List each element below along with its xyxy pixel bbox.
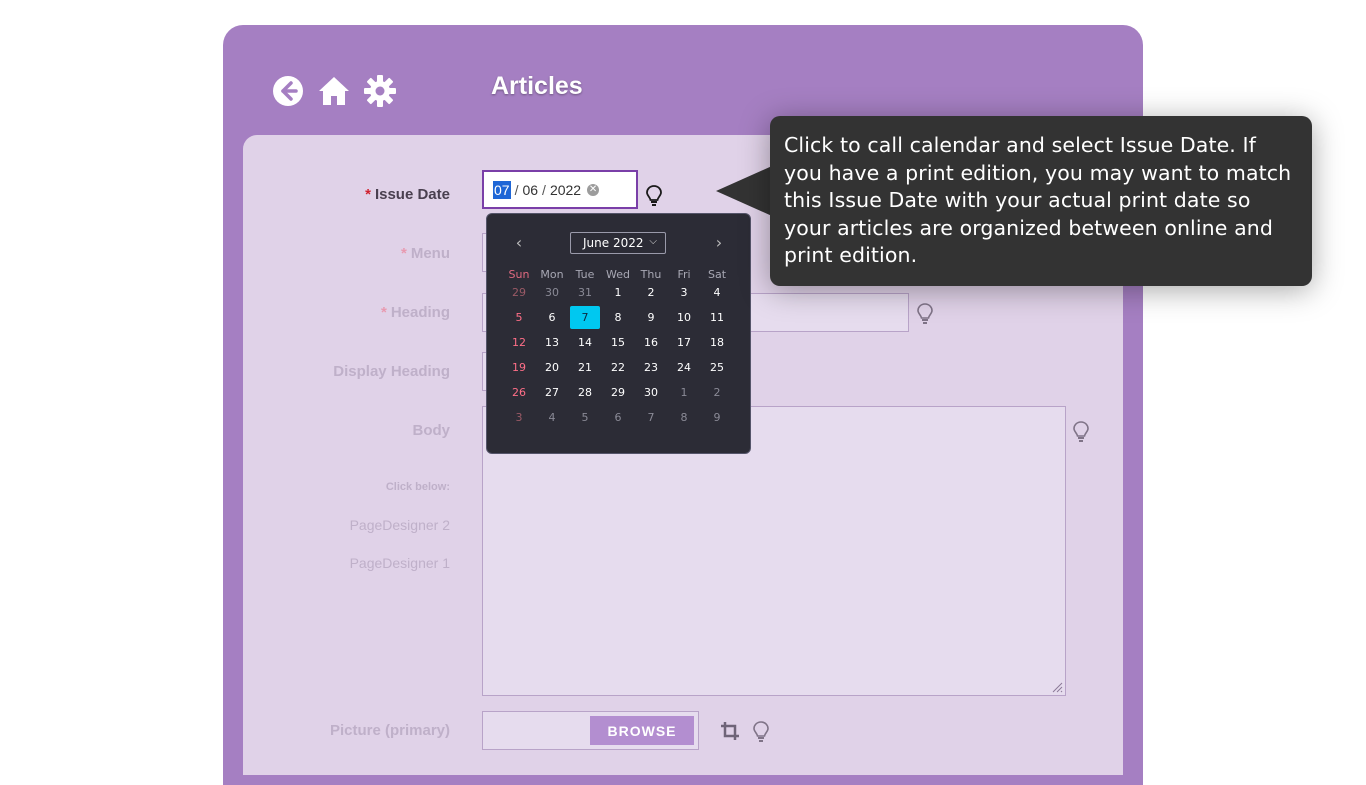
click-below-label: Click below: — [385, 481, 450, 493]
weekday-header: Fri — [677, 268, 691, 281]
month-year-select[interactable]: June 2022 ⌵ — [570, 232, 666, 254]
display-heading-label: Display Heading — [333, 363, 450, 380]
help-bulb-icon[interactable] — [753, 721, 769, 743]
calendar-day[interactable]: 5 — [570, 406, 600, 429]
calendar-day[interactable]: 24 — [669, 356, 699, 379]
picture-upload-field[interactable]: BROWSE — [482, 711, 699, 750]
calendar-day[interactable]: 26 — [504, 381, 534, 404]
calendar-day[interactable]: 5 — [504, 306, 534, 329]
calendar-day[interactable]: 30 — [537, 281, 567, 304]
picture-label: Picture (primary) — [329, 722, 450, 739]
calendar-day[interactable]: 1 — [669, 381, 699, 404]
calendar-day[interactable]: 4 — [702, 281, 732, 304]
resize-grip-icon[interactable] — [1051, 681, 1063, 693]
calendar-day[interactable]: 29 — [603, 381, 633, 404]
browse-button[interactable]: BROWSE — [590, 716, 694, 745]
calendar-day[interactable]: 18 — [702, 331, 732, 354]
calendar-day[interactable]: 23 — [636, 356, 666, 379]
heading-label: * Heading — [381, 304, 450, 321]
calendar-popup: ‹ June 2022 ⌵ › Sun Mon Tue Wed Thu Fri Sat 29 3… — [486, 213, 751, 454]
help-bulb-icon[interactable] — [1073, 421, 1089, 443]
calendar-day[interactable]: 8 — [603, 306, 633, 329]
weekday-header: Sun — [508, 268, 530, 281]
month-year-label: June 2022 — [583, 236, 644, 250]
date-month-segment[interactable]: 07 — [493, 180, 511, 199]
page-title: Articles — [491, 72, 583, 100]
menu-label-text: Menu — [410, 245, 450, 262]
calendar-day[interactable]: 3 — [504, 406, 534, 429]
calendar-day[interactable]: 30 — [636, 381, 666, 404]
required-mark: * — [380, 304, 387, 321]
calendar-day[interactable]: 2 — [636, 281, 666, 304]
calendar-day[interactable]: 9 — [702, 406, 732, 429]
chevron-right-icon[interactable]: › — [710, 234, 728, 252]
date-day-segment[interactable]: 06 — [522, 182, 538, 198]
weekday-header: Mon — [540, 268, 564, 281]
back-arrow-icon[interactable] — [271, 74, 305, 108]
chevron-down-icon: ⌵ — [649, 236, 657, 247]
calendar-day[interactable]: 17 — [669, 331, 699, 354]
calendar-day[interactable]: 1 — [603, 281, 633, 304]
calendar-day[interactable]: 27 — [537, 381, 567, 404]
calendar-day[interactable]: 19 — [504, 356, 534, 379]
calendar-day[interactable]: 4 — [537, 406, 567, 429]
help-tooltip: Click to call calendar and select Issue … — [770, 116, 1312, 286]
date-separator: / — [514, 181, 519, 198]
date-separator: / — [542, 181, 546, 198]
calendar-day[interactable]: 6 — [537, 306, 567, 329]
home-icon[interactable] — [317, 74, 351, 108]
crop-icon[interactable] — [720, 721, 740, 741]
help-bulb-icon[interactable] — [917, 303, 933, 325]
weekday-header: Sat — [707, 268, 727, 281]
tooltip-pointer — [716, 166, 772, 216]
clear-date-icon[interactable]: ✕ — [587, 183, 600, 196]
required-mark: * — [365, 186, 371, 203]
chevron-left-icon[interactable]: ‹ — [510, 234, 528, 252]
calendar-day[interactable]: 7 — [636, 406, 666, 429]
calendar-day[interactable]: 10 — [669, 306, 699, 329]
calendar-day[interactable]: 13 — [537, 331, 567, 354]
pagedesigner-2-link[interactable]: PageDesigner 2 — [350, 517, 450, 533]
issue-date-input[interactable]: 07 / 06 / 2022 ✕ — [482, 170, 638, 209]
calendar-day[interactable]: 9 — [636, 306, 666, 329]
calendar-day[interactable]: 29 — [504, 281, 534, 304]
weekday-header: Tue — [575, 268, 595, 281]
menu-label: * Menu — [401, 245, 450, 262]
heading-label-text: Heading — [390, 304, 450, 321]
body-label: Body — [412, 422, 451, 439]
calendar-day[interactable]: 20 — [537, 356, 567, 379]
calendar-day[interactable]: 15 — [603, 331, 633, 354]
weekday-header: Thu — [640, 268, 662, 281]
issue-date-label: * Issue Date — [365, 186, 450, 203]
calendar-day[interactable]: 21 — [570, 356, 600, 379]
calendar-day[interactable]: 11 — [702, 306, 732, 329]
date-year-segment[interactable]: 2022 — [550, 182, 581, 198]
calendar-day[interactable]: 12 — [504, 331, 534, 354]
calendar-day[interactable]: 8 — [669, 406, 699, 429]
calendar-day[interactable]: 6 — [603, 406, 633, 429]
issue-date-label-text: Issue Date — [374, 186, 450, 203]
calendar-day[interactable]: 31 — [570, 281, 600, 304]
help-bulb-icon[interactable] — [646, 185, 662, 207]
required-mark: * — [400, 245, 407, 262]
weekday-header: Wed — [606, 268, 630, 281]
pagedesigner-1-link[interactable]: PageDesigner 1 — [350, 555, 450, 571]
calendar-day[interactable]: 25 — [702, 356, 732, 379]
gear-icon[interactable] — [363, 74, 397, 108]
calendar-day[interactable]: 2 — [702, 381, 732, 404]
calendar-day[interactable]: 16 — [636, 331, 666, 354]
calendar-day[interactable]: 7 — [570, 306, 600, 329]
calendar-day[interactable]: 3 — [669, 281, 699, 304]
calendar-day[interactable]: 28 — [570, 381, 600, 404]
calendar-day[interactable]: 22 — [603, 356, 633, 379]
calendar-day[interactable]: 14 — [570, 331, 600, 354]
